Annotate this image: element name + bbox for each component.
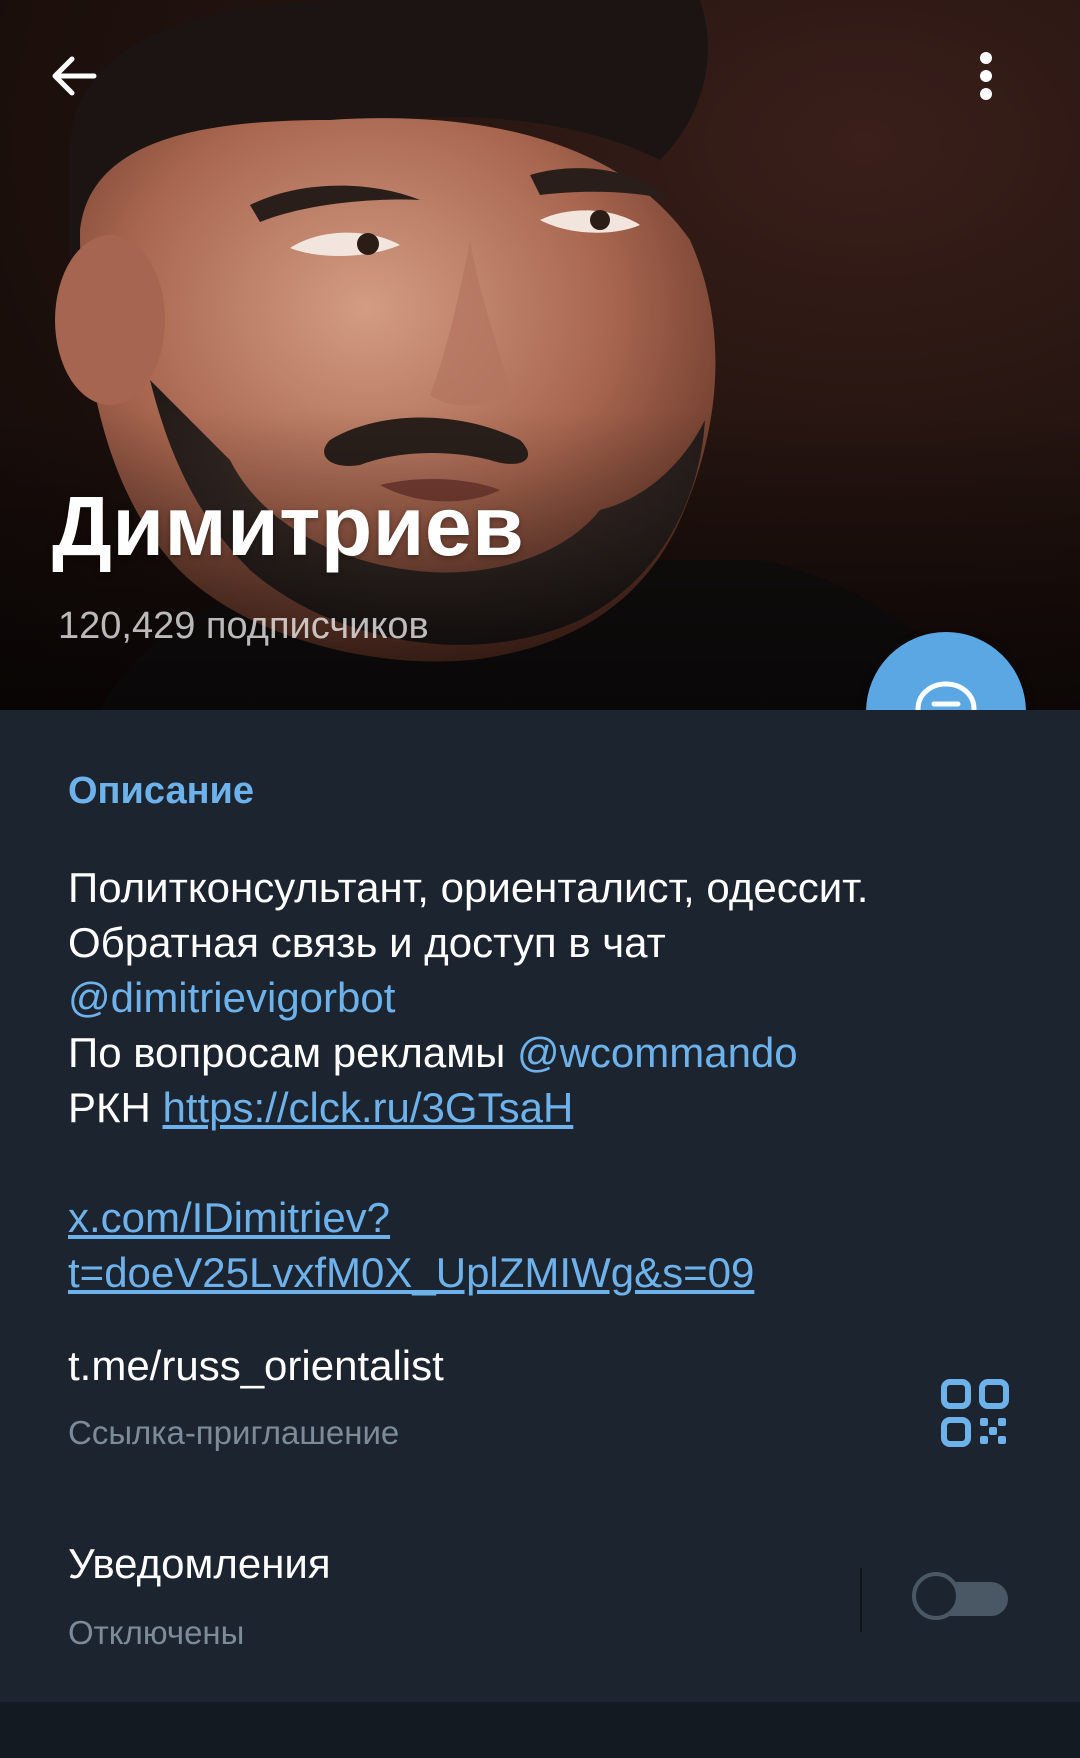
invite-link-caption: Ссылка-приглашение xyxy=(68,1414,400,1451)
description-line: Политконсультант, ориенталист, одессит. xyxy=(68,864,869,911)
bottom-section-edge xyxy=(0,1702,1080,1758)
more-vertical-icon xyxy=(980,52,992,100)
description-text: Политконсультант, ориенталист, одессит. … xyxy=(68,860,1028,1300)
notifications-toggle[interactable] xyxy=(912,1570,1010,1626)
rkn-url-link[interactable]: https://clck.ru/3GTsaH xyxy=(162,1084,573,1131)
notifications-row[interactable]: Уведомления Отключены xyxy=(0,1540,1080,1680)
x-profile-link-continued[interactable]: t=doeV25LvxfM0X_UplZMIWg&s=09 xyxy=(68,1249,754,1296)
more-options-button[interactable] xyxy=(976,50,1040,114)
description-line: Обратная связь и доступ в чат xyxy=(68,919,666,966)
x-profile-link[interactable]: x.com/IDimitriev? xyxy=(68,1194,390,1241)
channel-name: Димитриев xyxy=(52,479,525,573)
invite-link-row[interactable]: t.me/russ_orientalist Ссылка-приглашение xyxy=(0,1342,1080,1472)
channel-header-photo[interactable]: Димитриев 120,429 подписчиков xyxy=(0,0,1080,710)
toggle-knob xyxy=(912,1572,960,1620)
description-title: Описание xyxy=(68,770,255,812)
subscriber-count: 120,429 подписчиков xyxy=(58,605,429,647)
ads-label: По вопросам рекламы xyxy=(68,1029,517,1076)
arrow-left-icon xyxy=(52,56,97,96)
channel-info-section: Описание Политконсультант, ориенталист, … xyxy=(0,710,1080,1702)
invite-link[interactable]: t.me/russ_orientalist xyxy=(68,1342,444,1390)
ads-mention-link[interactable]: @wcommando xyxy=(517,1029,798,1076)
qr-code-icon xyxy=(941,1379,1009,1447)
channel-profile-screen: Димитриев 120,429 подписчиков Описание П… xyxy=(0,0,1080,1758)
notifications-title: Уведомления xyxy=(68,1540,331,1587)
rkn-label: РКН xyxy=(68,1084,163,1131)
back-button[interactable] xyxy=(48,50,112,114)
qr-code-button[interactable] xyxy=(940,1378,1010,1448)
notifications-status: Отключены xyxy=(68,1614,245,1651)
bot-mention-link[interactable]: @dimitrievigorbot xyxy=(68,974,395,1021)
row-divider xyxy=(860,1568,862,1632)
